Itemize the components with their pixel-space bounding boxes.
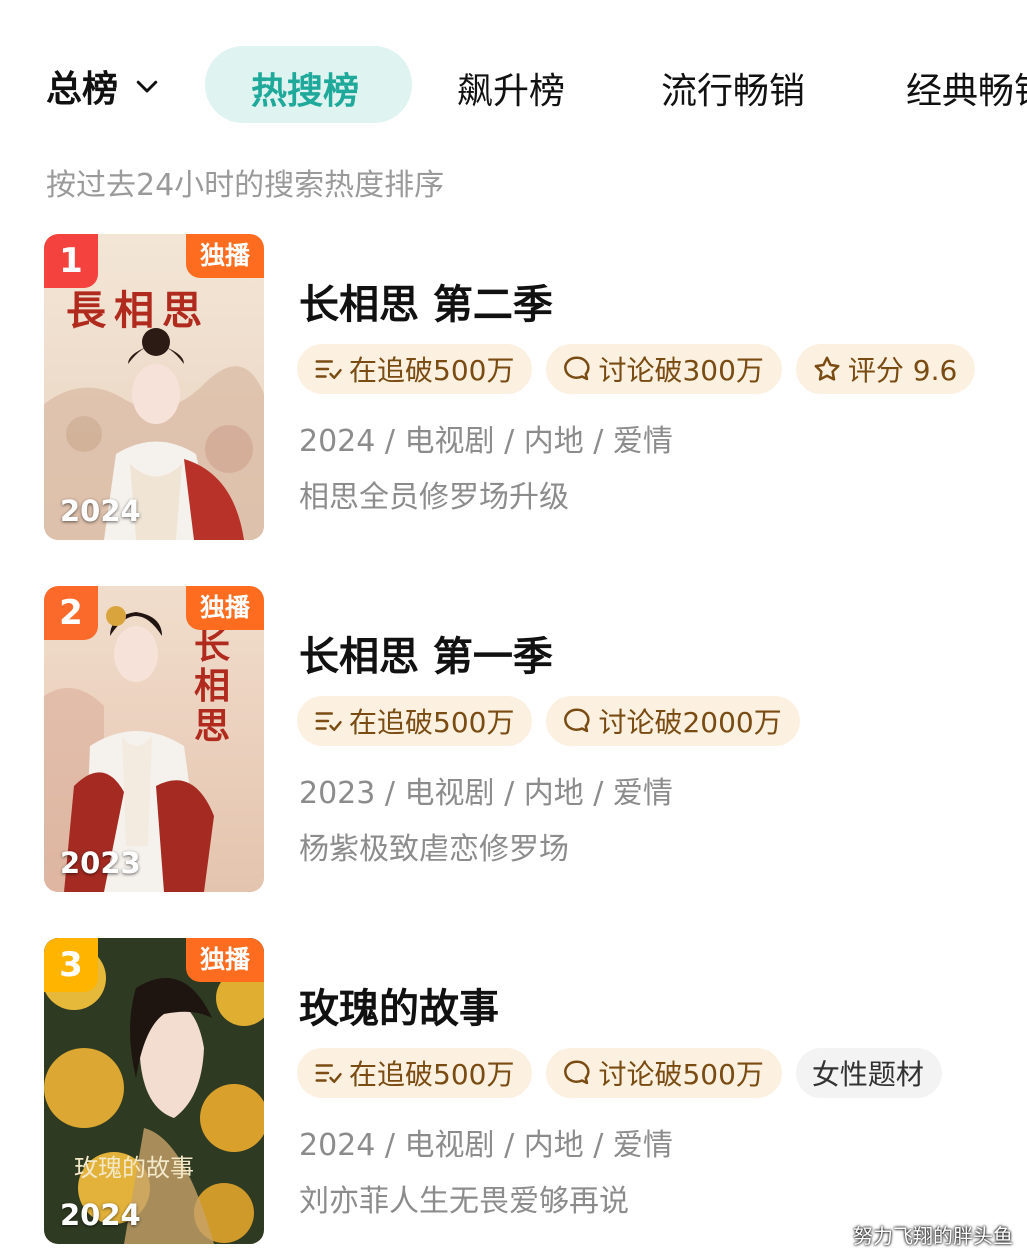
show-meta: 2023 / 电视剧 / 内地 / 爱情 (299, 776, 673, 811)
genre-tag-chip: 女性题材 (795, 1048, 942, 1098)
comment-icon (564, 708, 590, 733)
show-title[interactable]: 长相思 第一季 (299, 624, 553, 682)
show-title[interactable]: 长相思 第二季 (299, 272, 553, 330)
stat-chips: 在追破500万 讨论破300万 评分 9.6 (297, 344, 976, 394)
ranking-item[interactable]: 长相思 2 独播 2023 长相思 第一季 在追破500万 讨论破2000万 2… (0, 586, 1027, 896)
ranking-item[interactable]: 長相思 1 独播 2024 长相思 第二季 在追破500万 讨论破300万 评分… (0, 234, 1027, 544)
rank-badge: 1 (44, 234, 98, 288)
tab-popular-bestseller[interactable]: 流行畅销 (661, 62, 805, 114)
follow-list-icon (315, 712, 342, 731)
tab-rising[interactable]: 飙升榜 (457, 62, 565, 114)
ranking-subtitle: 按过去24小时的搜索热度排序 (46, 168, 445, 203)
tab-classic-bestseller[interactable]: 经典畅销 (906, 62, 1027, 114)
show-description: 相思全员修罗场升级 (299, 480, 569, 515)
exclusive-badge: 独播 (185, 938, 264, 982)
show-description: 刘亦菲人生无畏爱够再说 (299, 1184, 629, 1219)
show-meta: 2024 / 电视剧 / 内地 / 爱情 (299, 424, 673, 459)
poster-year: 2023 (60, 846, 141, 880)
discussion-count-chip: 讨论破500万 (546, 1048, 782, 1098)
poster-year: 2024 (60, 494, 141, 528)
stat-chips: 在追破500万 讨论破500万 女性题材 (297, 1048, 942, 1098)
poster-thumbnail[interactable]: 长相思 2 独播 2023 (44, 586, 264, 892)
follow-count-chip: 在追破500万 (297, 696, 533, 746)
ranking-item[interactable]: 玫瑰的故事 3 独播 2024 玫瑰的故事 在追破500万 讨论破500万 女性… (0, 938, 1027, 1248)
tab-hot-search[interactable]: 热搜榜 (251, 62, 359, 114)
show-title[interactable]: 玫瑰的故事 (299, 976, 499, 1034)
rank-badge: 2 (44, 586, 98, 640)
show-meta: 2024 / 电视剧 / 内地 / 爱情 (299, 1128, 673, 1163)
follow-list-icon (315, 360, 342, 379)
follow-count-chip: 在追破500万 (297, 344, 533, 394)
poster-title-art: 玫瑰的故事 (74, 1154, 194, 1182)
rating-chip: 评分 9.6 (795, 344, 976, 394)
stat-chips: 在追破500万 讨论破2000万 (297, 696, 800, 746)
ranking-tab-bar: 总榜 热搜榜 飙升榜 流行畅销 经典畅销 (0, 40, 1027, 130)
all-rankings-dropdown[interactable]: 总榜 (46, 60, 162, 112)
discussion-count-chip: 讨论破2000万 (546, 696, 800, 746)
exclusive-badge: 独播 (185, 586, 264, 630)
poster-year: 2024 (60, 1198, 141, 1232)
poster-title-art: 长相思 (194, 625, 231, 747)
poster-thumbnail[interactable]: 玫瑰的故事 3 独播 2024 (44, 938, 264, 1244)
watermark: 努力飞翔的胖头鱼 (853, 1224, 1013, 1248)
follow-count-chip: 在追破500万 (297, 1048, 533, 1098)
discussion-count-chip: 讨论破300万 (546, 344, 782, 394)
exclusive-badge: 独播 (185, 234, 264, 278)
poster-thumbnail[interactable]: 長相思 1 独播 2024 (44, 234, 264, 540)
show-description: 杨紫极致虐恋修罗场 (299, 832, 569, 867)
comment-icon (564, 1060, 590, 1085)
chevron-down-icon (136, 80, 158, 93)
all-rankings-label: 总榜 (46, 69, 119, 110)
comment-icon (564, 356, 590, 381)
rank-badge: 3 (44, 938, 98, 992)
follow-list-icon (315, 1064, 342, 1083)
star-icon (814, 356, 840, 381)
